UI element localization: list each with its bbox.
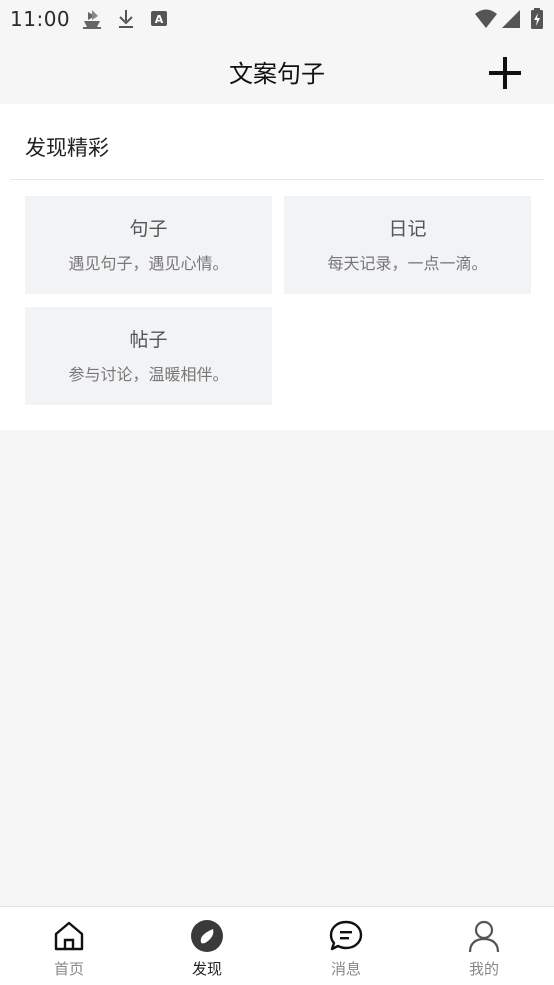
- card-subtitle: 参与讨论，温暖相伴。: [68, 365, 229, 384]
- wifi-icon: [475, 9, 497, 28]
- compass-icon: [191, 920, 223, 952]
- nav-label: 发现: [191, 960, 222, 978]
- status-time: 11:00: [10, 7, 71, 31]
- card-title: 日记: [388, 218, 427, 240]
- nav-home[interactable]: 首页: [0, 907, 138, 985]
- app-header: 文案句子: [0, 36, 554, 104]
- message-icon: [329, 920, 363, 951]
- plus-icon: [489, 57, 521, 89]
- svg-text:A: A: [155, 13, 164, 26]
- nav-discover[interactable]: 发现: [138, 907, 276, 985]
- bottom-nav: 首页 发现 消息 我的: [0, 906, 554, 985]
- nav-profile[interactable]: 我的: [415, 907, 553, 985]
- nav-label: 消息: [330, 960, 361, 978]
- discover-section: 发现精彩 句子 遇见句子，遇见心情。 日记 每天记录，一点一滴。 帖子 参与讨论…: [0, 104, 554, 430]
- section-title: 发现精彩: [25, 136, 109, 160]
- add-button[interactable]: [486, 54, 524, 92]
- page-title: 文案句子: [229, 60, 325, 88]
- nav-label: 首页: [53, 960, 84, 978]
- nav-label: 我的: [468, 960, 499, 978]
- divider: [10, 179, 544, 180]
- card-title: 句子: [129, 218, 168, 240]
- ship-icon: [83, 10, 101, 29]
- card-subtitle: 遇见句子，遇见心情。: [68, 254, 229, 273]
- font-a-icon: A: [151, 11, 167, 26]
- battery-icon: [531, 8, 543, 29]
- home-icon: [54, 921, 84, 951]
- status-bar: 11:00 A: [0, 0, 554, 36]
- card-title: 帖子: [129, 329, 168, 351]
- download-icon: [119, 10, 133, 28]
- user-icon: [468, 920, 500, 953]
- card-sentences[interactable]: 句子 遇见句子，遇见心情。: [25, 196, 272, 294]
- card-posts[interactable]: 帖子 参与讨论，温暖相伴。: [25, 307, 272, 405]
- signal-icon: [502, 10, 520, 28]
- card-subtitle: 每天记录，一点一滴。: [327, 254, 488, 273]
- nav-messages[interactable]: 消息: [277, 907, 415, 985]
- card-diary[interactable]: 日记 每天记录，一点一滴。: [284, 196, 531, 294]
